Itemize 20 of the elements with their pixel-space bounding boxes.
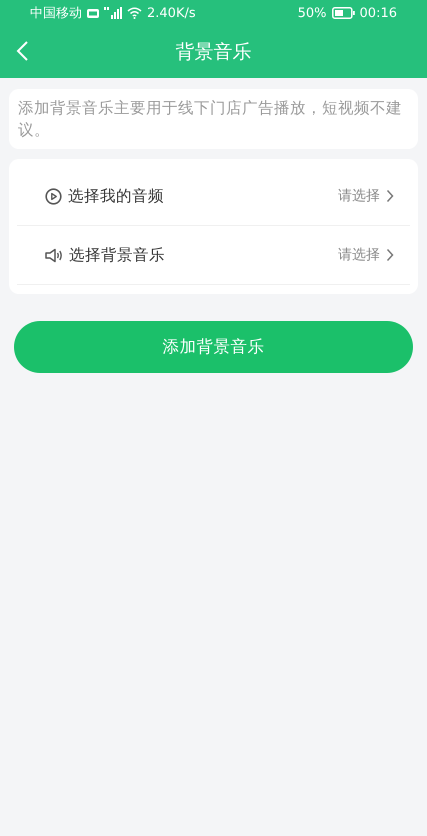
option-value: 请选择 [338, 246, 380, 264]
play-circle-icon [45, 188, 62, 204]
battery-percent: 50% [298, 6, 327, 20]
page-title: 背景音乐 [176, 40, 252, 65]
hd-icon [87, 8, 99, 18]
option-label: 选择背景音乐 [69, 244, 166, 266]
clock-time: 00:16 [360, 6, 397, 20]
option-row[interactable]: 选择背景音乐 请选择 [17, 226, 410, 285]
notice-text: 添加背景音乐主要用于线下门店广告播放，短视频不建议。 [9, 89, 418, 149]
battery-icon [332, 7, 355, 19]
option-value: 请选择 [338, 187, 380, 205]
wifi-icon [127, 7, 142, 19]
option-row[interactable]: 选择我的音频 请选择 [17, 167, 410, 226]
chevron-right-icon [386, 248, 394, 262]
network-speed: 2.40K/s [147, 6, 196, 20]
signal-icon [104, 7, 122, 19]
speaker-icon [45, 248, 63, 262]
chevron-right-icon [386, 189, 394, 203]
option-label: 选择我的音频 [68, 186, 165, 206]
carrier-name: 中国移动 [30, 5, 82, 22]
